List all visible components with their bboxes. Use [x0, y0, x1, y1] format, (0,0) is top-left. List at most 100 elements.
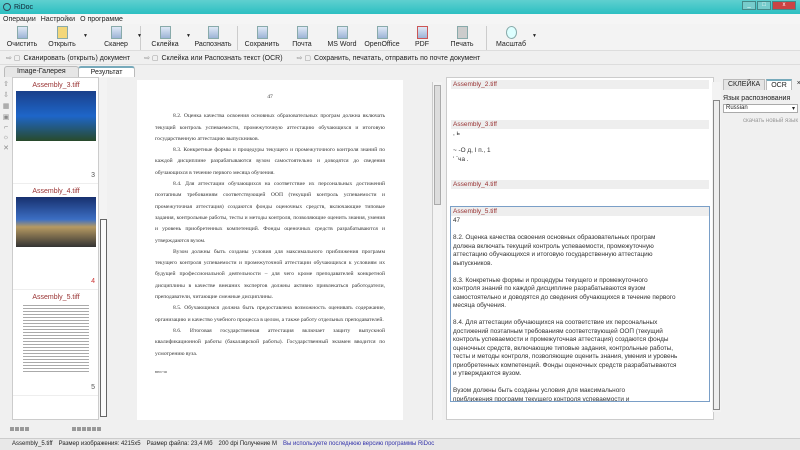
save-icon: [256, 26, 268, 39]
page-icon[interactable]: ▦: [3, 102, 10, 110]
scroll-thumb[interactable]: [713, 100, 720, 410]
clear-button[interactable]: Очистить: [2, 24, 42, 50]
status-info: Вы используете последнюю версию программ…: [283, 441, 435, 447]
scroll-thumb[interactable]: [100, 219, 107, 417]
ocr-block-title: Assembly_4.tiff: [451, 180, 709, 189]
clipboard-icon[interactable]: ▣: [3, 113, 10, 121]
paragraph: 8.2. Оценка качества освоения основных о…: [155, 113, 385, 142]
gallery-tools: ⇧ ⇩ ▦ ▣ ⌐ ☼ ✕: [0, 77, 12, 420]
paragraph: 8.6. Итоговая государственная аттестация…: [155, 327, 385, 357]
printer-icon: [456, 26, 468, 39]
ocr-text[interactable]: [451, 189, 709, 191]
clear-label: Очистить: [6, 41, 38, 48]
mail-button[interactable]: Почта: [282, 24, 322, 50]
page-number: 47: [267, 94, 273, 100]
document-page: 47 8.2. Оценка качества освоения основны…: [137, 80, 403, 420]
ocr-text[interactable]: , ь ~ -О д, I п., 1 ' `ча .: [451, 129, 709, 165]
settings-panel: СКЛЕЙКА OCR × Язык распознования Russian ▾ …: [721, 77, 800, 420]
tab-image-gallery[interactable]: Image-Галерея: [4, 66, 79, 77]
pdf-icon: [416, 26, 428, 39]
status-file-size: Размер файла: 23,4 Мб: [146, 441, 213, 447]
recognize-button[interactable]: Распознать: [193, 24, 233, 50]
msword-label: MS Word: [327, 41, 357, 48]
recognize-label: Распознать: [194, 41, 232, 48]
settings-icon[interactable]: ☼: [3, 134, 9, 141]
ocr-scrollbar[interactable]: [712, 82, 721, 412]
thumbnail-image: [16, 91, 96, 141]
quick-step-save[interactable]: ⇨ ▢ Сохранить, печатать, отправить по поч…: [297, 54, 481, 62]
quick-step-label: Сканировать (открыть) документ: [23, 55, 131, 62]
arrow-up-icon[interactable]: ⇧: [3, 80, 9, 88]
crop-icon[interactable]: ⌐: [4, 124, 8, 131]
ocr-block[interactable]: Assembly_4.tiff: [447, 178, 713, 206]
quick-step-ocr[interactable]: ⇨ ▢ Склейка или Распознать текст (OCR): [144, 54, 283, 62]
chevron-down-icon[interactable]: ▼: [83, 33, 88, 39]
quick-step-label: Сохранить, печатать, отправить по почте …: [314, 55, 481, 62]
close-icon[interactable]: ×: [793, 79, 800, 90]
tab-stitch[interactable]: СКЛЕЙКА: [723, 79, 766, 90]
page-number: 3: [91, 172, 95, 179]
print-label: Печать: [450, 41, 474, 48]
msword-button[interactable]: MS Word: [322, 24, 362, 50]
mail-icon: [296, 26, 308, 39]
scanner-button[interactable]: Сканер ▼: [96, 24, 142, 50]
ocr-block[interactable]: Assembly_2.tiff: [447, 78, 713, 118]
recognize-icon: [207, 26, 219, 39]
delete-icon[interactable]: ✕: [3, 144, 9, 152]
save-button[interactable]: Сохранить: [242, 24, 282, 50]
chevron-down-icon[interactable]: ▼: [532, 33, 537, 39]
stitch-button[interactable]: Склейка ▼: [145, 24, 191, 50]
tab-result[interactable]: Результат: [77, 66, 136, 77]
openoffice-button[interactable]: OpenOffice: [362, 24, 402, 50]
view-controls[interactable]: [72, 427, 101, 431]
ocr-block-selected[interactable]: Assembly_5.tiff 47 8.2. Оценка качества о…: [450, 206, 710, 402]
minimize-button[interactable]: _: [742, 1, 756, 10]
ocr-block-title: Assembly_5.tiff: [451, 207, 709, 216]
scroll-thumb[interactable]: [434, 85, 441, 205]
openoffice-label: OpenOffice: [364, 41, 400, 48]
gallery-scrollbar[interactable]: [98, 77, 107, 420]
page-number: 4: [91, 278, 95, 285]
chevron-down-icon[interactable]: ▼: [186, 33, 191, 39]
ocr-block-title: Assembly_3.tiff: [451, 120, 709, 129]
ocr-results-panel: Assembly_2.tiff Assembly_3.tiff, ь ~ -О …: [446, 77, 714, 420]
zoom-label: Масштаб: [496, 41, 526, 48]
pdf-button[interactable]: PDF: [402, 24, 442, 50]
ocr-text[interactable]: 47 8.2. Оценка качества освоения основны…: [451, 216, 709, 401]
open-button[interactable]: Открыть ▼: [42, 24, 88, 50]
mail-label: Почта: [292, 41, 312, 48]
tab-ocr[interactable]: OCR: [766, 79, 792, 90]
paragraph: Вузом должны быть созданы условия для ма…: [155, 248, 385, 301]
word-icon: [336, 26, 348, 39]
document-view: 47 8.2. Оценка качества освоения основны…: [107, 77, 432, 420]
ocr-text[interactable]: [451, 89, 709, 91]
thumbnail-name: Assembly_4.tiff: [32, 188, 80, 195]
window-title: RiDoc: [14, 3, 34, 11]
zoom-button[interactable]: Масштаб ▼: [491, 24, 537, 50]
chevron-down-icon[interactable]: ▼: [137, 33, 142, 39]
toolbar: Очистить Открыть ▼ Сканер ▼ Склейка ▼ Распо…: [0, 24, 800, 51]
quick-step-label: Склейка или Распознать текст (OCR): [161, 55, 283, 62]
scanner-icon: [110, 26, 122, 39]
status-image-size: Размер изображения: 4215x5: [58, 441, 141, 447]
paragraph: 8.4. Для аттестации обучающихся на соотв…: [155, 181, 385, 244]
download-language-link[interactable]: скачать новый язык: [723, 118, 798, 124]
arrow-down-icon[interactable]: ⇩: [3, 91, 9, 99]
gallery-item[interactable]: Assembly_5.tiff 5: [13, 290, 99, 396]
folder-icon: [56, 26, 68, 39]
arrow-right-icon: ⇨ ▢: [296, 55, 312, 62]
document-scrollbar[interactable]: [432, 82, 442, 420]
ocr-block[interactable]: Assembly_3.tiff, ь ~ -О д, I п., 1 ' `ча…: [447, 118, 713, 178]
title-bar: RiDoc _ □ x: [0, 0, 800, 14]
view-tabs: Image-Галерея Результат: [0, 66, 136, 77]
gallery-item[interactable]: Assembly_3.tiff 3: [13, 78, 99, 184]
language-select[interactable]: Russian ▾: [723, 104, 798, 113]
status-dpi: 200 dpi Получение М: [218, 441, 278, 447]
maximize-button[interactable]: □: [757, 1, 771, 10]
close-button[interactable]: x: [772, 1, 796, 10]
print-button[interactable]: Печать: [442, 24, 482, 50]
status-bar: Assembly_5.tiff Размер изображения: 4215…: [0, 438, 800, 450]
quick-step-scan[interactable]: ⇨ ▢ Сканировать (открыть) документ: [6, 54, 130, 62]
gallery-item[interactable]: Assembly_4.tiff 4: [13, 184, 99, 290]
gallery-controls[interactable]: [10, 427, 29, 431]
